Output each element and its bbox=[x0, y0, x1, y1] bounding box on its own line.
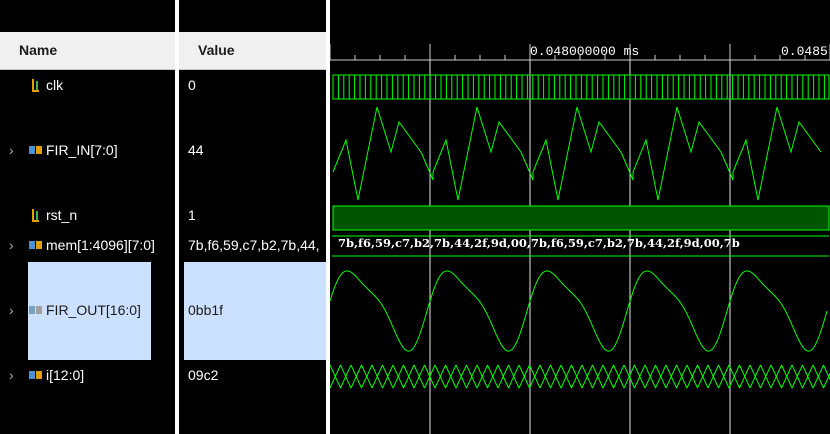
signal-row-fir-out[interactable]: › FIR_OUT[16:0] bbox=[0, 300, 175, 322]
name-pane-top bbox=[0, 0, 175, 32]
signal-row-i[interactable]: › i[12:0] bbox=[0, 365, 175, 387]
bus-signal-icon bbox=[29, 371, 42, 379]
bus-signal-icon bbox=[29, 146, 42, 154]
signal-value-i: 09c2 bbox=[188, 367, 219, 383]
signal-row-fir-in[interactable]: › FIR_IN[7:0] bbox=[0, 140, 175, 162]
signal-name-clk: clk bbox=[46, 77, 64, 93]
expand-chevron-icon[interactable]: › bbox=[9, 142, 14, 158]
time-ruler-label: 0.0485 bbox=[781, 44, 828, 59]
signal-value-mem: 7b,f6,59,c7,b2,7b,44, bbox=[188, 237, 320, 253]
signal-name-fir-out: FIR_OUT[16:0] bbox=[46, 302, 141, 318]
expand-chevron-icon[interactable]: › bbox=[9, 302, 14, 318]
fir-in-waveform bbox=[332, 106, 822, 201]
signal-name-fir-in: FIR_IN[7:0] bbox=[46, 142, 118, 158]
expand-chevron-icon[interactable]: › bbox=[9, 367, 14, 383]
value-row-fir-in: 44 bbox=[179, 140, 326, 162]
value-row-mem: 7b,f6,59,c7,b2,7b,44, bbox=[179, 235, 326, 257]
expand-chevron-icon[interactable]: › bbox=[9, 237, 14, 253]
mem-bus-value-text: 7b,f6,59,c7,b2,7b,44,2f,9d,00,7b,f6,59,c… bbox=[338, 236, 740, 250]
value-column-header[interactable]: Value bbox=[179, 32, 326, 70]
waveform-canvas[interactable]: 0.048000000 ms 0.0485 7b,f6,59,c7,b2,7b,… bbox=[330, 0, 830, 434]
time-ruler-label: 0.048000000 ms bbox=[530, 44, 640, 59]
bus-signal-icon bbox=[29, 241, 42, 249]
signal-value-fir-out: 0bb1f bbox=[188, 302, 224, 318]
signal-name-pane: Name clk › FIR_IN[7:0] rst_n › mem[1:409… bbox=[0, 0, 175, 434]
value-row-clk: 0 bbox=[179, 75, 326, 97]
value-pane-top bbox=[179, 0, 326, 32]
clk-waveform bbox=[332, 74, 829, 100]
fir-out-waveform bbox=[330, 270, 828, 352]
signal-value-fir-in: 44 bbox=[188, 142, 204, 158]
waveform-viewer: Name clk › FIR_IN[7:0] rst_n › mem[1:409… bbox=[0, 0, 830, 434]
value-row-i: 09c2 bbox=[179, 365, 326, 387]
signal-row-clk[interactable]: clk bbox=[0, 75, 175, 97]
signal-row-rst-n[interactable]: rst_n bbox=[0, 205, 175, 227]
value-row-rst-n: 1 bbox=[179, 205, 326, 227]
bit-signal-icon bbox=[32, 79, 39, 92]
bit-signal-icon bbox=[32, 209, 39, 222]
signal-value-clk: 0 bbox=[188, 77, 196, 93]
bus-signal-icon bbox=[29, 306, 42, 314]
signal-value-pane: Value 0 44 1 7b,f6,59,c7,b2,7b,44, 0bb1f… bbox=[179, 0, 326, 434]
waveform-graphics bbox=[330, 44, 830, 434]
signal-value-rst-n: 1 bbox=[188, 207, 196, 223]
signal-row-mem[interactable]: › mem[1:4096][7:0] bbox=[0, 235, 175, 257]
name-column-header[interactable]: Name bbox=[0, 32, 175, 70]
signal-name-rst-n: rst_n bbox=[46, 207, 78, 223]
value-row-fir-out: 0bb1f bbox=[179, 300, 326, 322]
signal-name-mem: mem[1:4096][7:0] bbox=[46, 237, 155, 253]
i-bus-waveform bbox=[330, 364, 830, 389]
signal-name-i: i[12:0] bbox=[46, 367, 85, 383]
rst-n-waveform bbox=[332, 205, 830, 231]
